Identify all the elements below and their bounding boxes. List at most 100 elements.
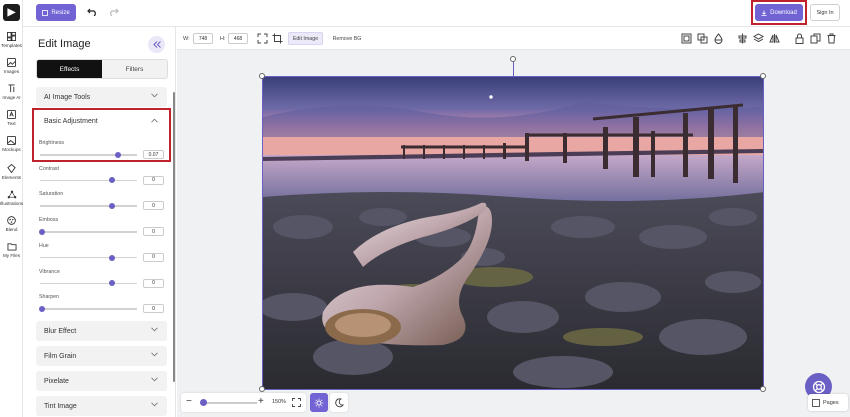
rail-item-elements[interactable]: Elements: [0, 164, 23, 180]
rail-item-image-ai[interactable]: Image AI: [0, 84, 23, 100]
layers-icon[interactable]: [753, 33, 764, 44]
slider-value-input[interactable]: 0: [143, 252, 164, 262]
resize-button[interactable]: Resize: [36, 4, 76, 21]
download-button[interactable]: Download: [755, 4, 803, 21]
rail-item-illustrations[interactable]: Illustrations: [0, 190, 23, 206]
rail-label: Elements: [1, 175, 22, 180]
accordion-label: Tint Image: [44, 402, 77, 410]
slider-value-input[interactable]: 0: [143, 278, 164, 288]
double-chevron-left-icon: [152, 41, 161, 48]
rail-label: Images: [3, 69, 20, 74]
slider-label: Saturation: [39, 191, 64, 198]
canvas-toolbar: W: 748 H: 468 Edit Image Remove BG: [177, 27, 850, 50]
slider-thumb[interactable]: [38, 305, 45, 312]
tab-filters[interactable]: Filters: [102, 60, 167, 78]
app-logo-icon[interactable]: ▶: [3, 4, 20, 21]
slider-thumb[interactable]: [114, 151, 121, 158]
slider-value-input[interactable]: 0: [143, 227, 164, 237]
slider-track[interactable]: [40, 177, 137, 184]
slider-label: Hue: [39, 242, 49, 249]
zoom-slider-thumb[interactable]: [200, 399, 207, 406]
slider-track[interactable]: [40, 254, 137, 261]
duplicate-icon[interactable]: [810, 33, 821, 44]
accordion-section[interactable]: Blur Effect: [36, 321, 167, 341]
expand-icon[interactable]: [257, 33, 268, 44]
landscape-photo-image: [263, 77, 763, 389]
zoom-slider-track[interactable]: [200, 402, 257, 404]
pages-icon: [812, 398, 820, 407]
rail-item-templates[interactable]: Templates: [0, 32, 23, 48]
crop-icon[interactable]: [272, 33, 283, 44]
height-input[interactable]: 468: [228, 33, 248, 44]
frame-icon[interactable]: [681, 33, 692, 44]
resize-handle-top-right[interactable]: [760, 73, 766, 79]
layers-copy-icon[interactable]: [697, 33, 708, 44]
rail-label: Mockups: [2, 147, 21, 152]
slider-value-input[interactable]: 0: [143, 175, 164, 185]
slider-value-input[interactable]: 0: [143, 201, 164, 211]
rotate-handle[interactable]: [510, 56, 516, 62]
chevron-down-icon: [151, 402, 158, 407]
accordion-label: AI Image Tools: [44, 93, 91, 101]
rail-label: My Files: [2, 253, 21, 258]
flip-icon[interactable]: [769, 33, 780, 44]
undo-icon[interactable]: [87, 8, 98, 16]
rail-item-text[interactable]: Text: [0, 110, 23, 126]
zoom-in-button[interactable]: +: [258, 396, 264, 407]
slider-thumb[interactable]: [108, 280, 115, 287]
remove-bg-button[interactable]: Remove BG: [328, 32, 366, 45]
slider-track[interactable]: [40, 151, 137, 158]
pages-label: Pages: [823, 399, 839, 406]
redo-icon[interactable]: [108, 8, 119, 16]
tab-effects[interactable]: Effects: [37, 60, 102, 78]
slider-thumb[interactable]: [108, 177, 115, 184]
trash-icon[interactable]: [826, 33, 837, 44]
chevron-down-icon: [151, 93, 158, 98]
lock-icon[interactable]: [794, 33, 805, 44]
moon-icon: [335, 397, 344, 407]
templates-icon: [7, 32, 16, 41]
resize-handle-bottom-left[interactable]: [259, 386, 265, 392]
rail-item-my-files[interactable]: My Files: [0, 242, 23, 258]
pages-button[interactable]: Pages: [808, 394, 848, 411]
resize-handle-top-left[interactable]: [259, 73, 265, 79]
folder-icon: [7, 243, 16, 251]
edit-image-button[interactable]: Edit Image: [288, 32, 323, 45]
panel-scrollbar[interactable]: [173, 92, 175, 382]
collapse-panel-button[interactable]: [148, 36, 165, 53]
left-rail: ▶ Templates Images Image AI Text Mockups…: [0, 0, 23, 417]
accordion-section[interactable]: Tint Image: [36, 396, 167, 416]
opacity-icon[interactable]: [713, 33, 724, 44]
accordion-basic-adjustment[interactable]: Basic Adjustment: [36, 112, 167, 130]
dark-mode-button[interactable]: [330, 393, 348, 412]
slider-thumb[interactable]: [108, 254, 115, 261]
sign-in-button[interactable]: Sign In: [810, 4, 840, 21]
slider-track[interactable]: [38, 228, 137, 235]
slider-track[interactable]: [40, 280, 137, 287]
slider-thumb[interactable]: [38, 228, 45, 235]
width-input[interactable]: 748: [193, 33, 213, 44]
accordion-ai-image-tools[interactable]: AI Image Tools: [36, 87, 167, 107]
rail-item-images[interactable]: Images: [0, 58, 23, 74]
canvas-photo[interactable]: [262, 76, 764, 390]
slider-track[interactable]: [38, 305, 137, 312]
align-center-icon[interactable]: [737, 33, 748, 44]
slider-value-input[interactable]: 0.07: [143, 150, 164, 159]
edit-image-panel: Edit Image Effects Filters AI Image Tool…: [23, 27, 176, 417]
zoom-out-button[interactable]: −: [186, 396, 192, 407]
accordion-section[interactable]: Film Grain: [36, 346, 167, 366]
illustrations-icon: [7, 190, 16, 199]
rail-label: Blend: [5, 227, 18, 232]
rail-label: Illustrations: [0, 201, 24, 206]
slider-value-input[interactable]: 0: [143, 304, 164, 314]
accordion-section[interactable]: Pixelate: [36, 371, 167, 391]
rail-item-blend[interactable]: Blend: [0, 216, 23, 232]
slider-thumb[interactable]: [108, 203, 115, 210]
light-mode-button[interactable]: [310, 393, 328, 412]
accordion-label: Blur Effect: [44, 327, 77, 335]
fit-screen-icon[interactable]: [292, 398, 301, 407]
resize-handle-bottom-right[interactable]: [760, 386, 766, 392]
resize-icon: [42, 9, 49, 16]
slider-track[interactable]: [40, 203, 137, 210]
rail-item-mockups[interactable]: Mockups: [0, 136, 23, 152]
